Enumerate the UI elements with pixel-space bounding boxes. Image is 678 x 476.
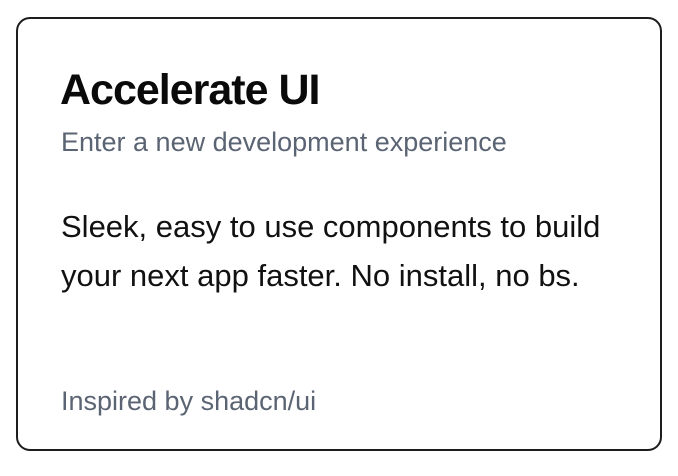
card-footer-text: Inspired by shadcn/ui: [61, 386, 317, 416]
card-body-text: Sleek, easy to use components to build y…: [61, 209, 601, 293]
card-subtitle: Enter a new development experience: [61, 127, 507, 157]
card-title: Accelerate UI: [60, 66, 320, 114]
card: Accelerate UI Enter a new development ex…: [16, 17, 662, 451]
